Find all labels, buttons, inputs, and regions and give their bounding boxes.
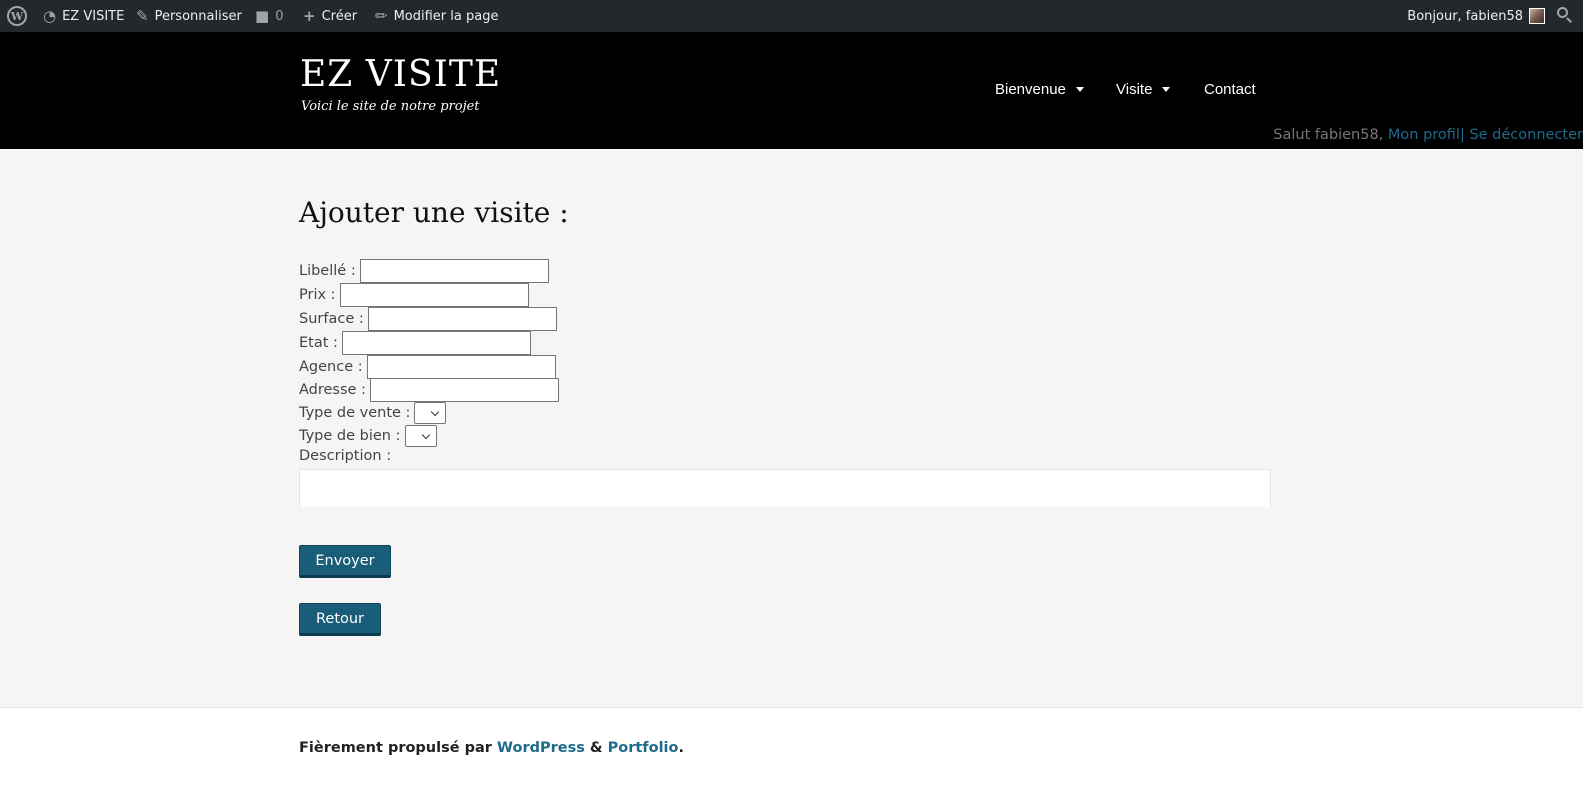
caret-down-icon [1075,87,1084,92]
libelle-input[interactable] [359,259,549,283]
description-textarea[interactable] [299,469,1271,507]
site-footer: Fièrement propulsé par WordPress & Portf… [0,707,1583,796]
nav-label: Bienvenue [995,81,1066,98]
surface-input[interactable] [367,307,557,331]
user-status: Salut fabien58, Mon profil| Se déconnect… [1273,127,1583,143]
create-link[interactable]: + Créer [303,0,357,32]
nav-item-contact[interactable]: Contact [1204,81,1256,98]
nav-item-visite[interactable]: Visite [1116,81,1171,98]
etat-input[interactable] [341,331,531,355]
footer-amp: & [589,740,603,756]
etat-label: Etat : [299,335,338,351]
logout-link[interactable]: Se déconnecter [1469,127,1583,143]
caret-down-icon [1162,87,1171,92]
plus-icon: + [303,6,316,25]
submit-button[interactable]: Envoyer [299,545,391,578]
field-libelle: Libellé : [299,259,549,283]
description-label: Description : [299,448,392,464]
nav-label: Visite [1116,81,1153,98]
wordpress-menu[interactable]: W [7,0,27,32]
separator: | [1459,127,1465,143]
user-hello: Salut fabien58, [1273,127,1384,143]
back-button[interactable]: Retour [299,603,381,636]
field-agence: Agence : [299,355,556,379]
account-greeting: Bonjour, fabien58 [1407,8,1523,24]
page-title: Ajouter une visite : [299,196,569,229]
nav-item-bienvenue[interactable]: Bienvenue [995,81,1084,98]
adresse-input[interactable] [369,378,559,402]
admin-site-link[interactable]: ◔ EZ VISITE [43,0,124,32]
brush-icon: ✎ [136,6,149,25]
agence-label: Agence : [299,359,363,375]
site-title[interactable]: EZ VISITE [300,54,501,95]
admin-site-name: EZ VISITE [62,8,125,24]
comment-icon: ■ [255,6,270,25]
edit-page-label: Modifier la page [393,8,499,24]
field-surface: Surface : [299,307,557,331]
edit-page-link[interactable]: ✏ Modifier la page [375,0,498,32]
account-menu[interactable]: Bonjour, fabien58 [1407,0,1545,32]
dashboard-icon: ◔ [43,6,57,25]
comments-link[interactable]: ■ 0 [255,0,283,32]
search-icon[interactable] [1557,7,1573,23]
libelle-label: Libellé : [299,263,356,279]
field-type-bien: Type de bien : [299,424,437,448]
agence-input[interactable] [366,355,556,379]
create-label: Créer [321,8,358,24]
wordpress-icon: W [7,6,27,26]
type-vente-label: Type de vente : [299,405,411,421]
site-header: EZ VISITE Voici le site de notre projet … [0,32,1583,149]
pencil-icon: ✏ [375,6,388,25]
field-adresse: Adresse : [299,378,559,402]
customize-label: Personnaliser [154,8,242,24]
type-bien-select[interactable] [404,425,437,447]
field-prix: Prix : [299,283,529,307]
comments-count: 0 [275,8,284,24]
field-type-vente: Type de vente : [299,401,447,425]
footer-credit: Fièrement propulsé par WordPress & Portf… [299,740,684,756]
field-etat: Etat : [299,331,531,355]
prix-label: Prix : [299,287,336,303]
avatar [1529,8,1545,24]
type-bien-label: Type de bien : [299,428,401,444]
customize-link[interactable]: ✎ Personnaliser [136,0,242,32]
nav-label: Contact [1204,81,1256,98]
site-tagline: Voici le site de notre projet [301,99,480,114]
adresse-label: Adresse : [299,382,366,398]
profile-link[interactable]: Mon profil [1388,127,1460,143]
portfolio-link[interactable]: Portfolio [608,740,679,756]
prix-input[interactable] [339,283,529,307]
type-vente-select[interactable] [414,402,447,424]
admin-bar: W ◔ EZ VISITE ✎ Personnaliser ■ 0 + Crée… [0,0,1583,32]
footer-prefix: Fièrement propulsé par [299,740,492,756]
wordpress-link[interactable]: WordPress [497,740,585,756]
footer-dot: . [678,740,684,756]
surface-label: Surface : [299,311,364,327]
